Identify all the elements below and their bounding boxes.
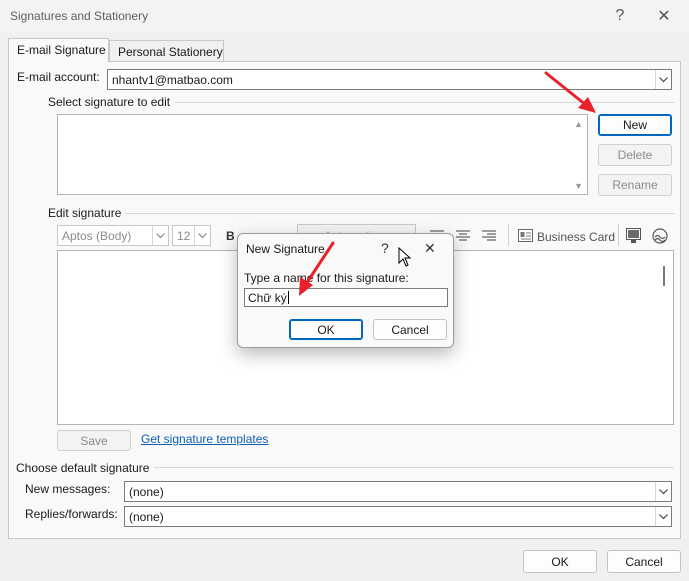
bold-button[interactable]: B [226,229,235,243]
chevron-down-icon[interactable] [152,226,168,245]
email-account-value: nhantv1@matbao.com [112,72,233,87]
signature-list[interactable]: ▲ ▼ [57,114,588,195]
chevron-down-icon[interactable] [655,482,671,501]
scroll-up-icon[interactable]: ▲ [574,119,583,129]
dialog-prompt-label: Type a name for this signature: [244,271,409,285]
toolbar-separator [508,224,509,246]
chevron-down-icon[interactable] [194,226,210,245]
replies-forwards-select[interactable]: (none) [124,506,672,527]
edit-signature-label: Edit signature [48,206,122,220]
rename-signature-button[interactable]: Rename [598,174,672,196]
close-icon[interactable]: ✕ [646,4,682,28]
dialog-ok-button[interactable]: OK [289,319,363,340]
tab-email-signature[interactable]: E-mail Signature [8,38,109,62]
replies-forwards-value: (none) [129,509,164,524]
align-center-icon[interactable] [456,230,470,244]
tab-email-signature-label: E-mail Signature [17,43,106,57]
new-signature-dialog: New Signature ? ✕ Type a name for this s… [237,233,454,348]
font-name-select[interactable]: Aptos (Body) [57,225,169,246]
group-divider [175,102,675,103]
dialog-help-icon[interactable]: ? [381,240,389,256]
new-messages-label: New messages: [25,482,111,496]
chevron-down-icon[interactable] [655,70,671,89]
title-bar: Signatures and Stationery ? ✕ [0,0,689,32]
signature-name-input[interactable]: Chữ ký [244,288,448,307]
editor-scrollbar-thumb[interactable] [663,266,665,286]
toolbar-separator [618,224,619,246]
signature-name-value: Chữ ký [248,290,287,305]
hyperlink-icon[interactable] [652,228,668,247]
new-messages-value: (none) [129,484,164,499]
ok-button[interactable]: OK [523,550,597,573]
tab-personal-stationery-label: Personal Stationery [118,45,223,59]
picture-icon[interactable] [626,228,642,247]
font-size-value: 12 [177,228,191,243]
align-right-icon[interactable] [482,230,496,244]
text-caret [287,291,289,304]
group-divider [154,467,674,468]
select-signature-label: Select signature to edit [48,95,171,109]
window-title: Signatures and Stationery [10,9,149,23]
scroll-down-icon[interactable]: ▼ [574,181,583,191]
new-messages-select[interactable]: (none) [124,481,672,502]
delete-signature-button[interactable]: Delete [598,144,672,166]
default-signature-label: Choose default signature [16,461,150,475]
save-signature-button[interactable]: Save [57,430,131,451]
dialog-close-icon[interactable]: ✕ [424,240,436,257]
tab-personal-stationery[interactable]: Personal Stationery [109,40,224,62]
cancel-button[interactable]: Cancel [607,550,681,573]
chevron-down-icon[interactable] [655,507,671,526]
get-signature-templates-link[interactable]: Get signature templates [141,432,268,446]
dialog-title: New Signature [246,242,325,256]
email-account-label: E-mail account: [17,70,100,84]
group-divider [125,213,675,214]
font-name-value: Aptos (Body) [62,228,132,243]
replies-forwards-label: Replies/forwards: [25,507,118,521]
email-account-select[interactable]: nhantv1@matbao.com [107,69,672,90]
business-card-button[interactable]: Business Card [537,230,615,244]
new-signature-button[interactable]: New [598,114,672,136]
dialog-cancel-button[interactable]: Cancel [373,319,447,340]
business-card-icon [518,229,533,245]
font-size-select[interactable]: 12 [172,225,211,246]
help-icon[interactable]: ? [602,4,638,28]
